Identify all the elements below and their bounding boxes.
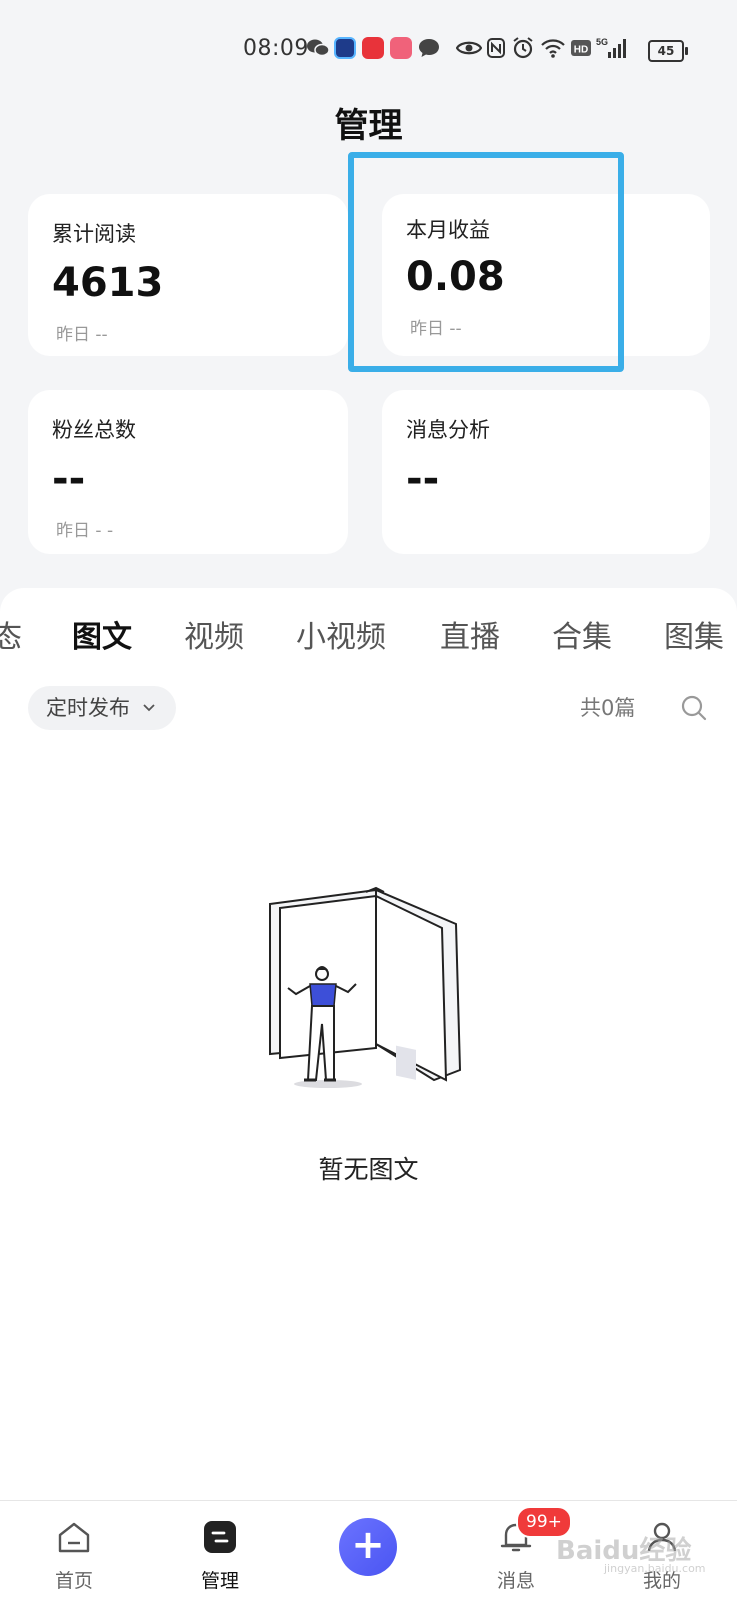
nav-messages-label: 消息 (496, 1570, 535, 1592)
watermark-url: jingyan.baidu.com (604, 1562, 706, 1575)
eye-icon (456, 41, 482, 55)
stat-card-fans-total[interactable]: 粉丝总数 -- 昨日 - - (28, 390, 348, 554)
stat-label: 累计阅读 (52, 222, 136, 246)
app-icon-blue (334, 37, 356, 59)
svg-text:5G: 5G (596, 37, 608, 47)
stat-value: -- (406, 456, 440, 502)
stat-label: 消息分析 (406, 418, 490, 442)
tab-videos[interactable]: 视频 (184, 612, 244, 656)
empty-state-text: 暂无图文 (318, 1155, 419, 1184)
wechat-icon (307, 39, 330, 57)
tab-galleries[interactable]: 图集 (664, 612, 724, 656)
svg-text:HD: HD (574, 45, 588, 56)
page-title: 管理 (334, 106, 403, 146)
article-count: 共0篇 (580, 696, 636, 720)
nav-home[interactable]: 首页 (24, 1501, 124, 1601)
battery-icon: 45 (648, 40, 688, 62)
hd-icon: HD (571, 40, 591, 56)
tab-collections[interactable]: 合集 (552, 612, 612, 656)
stat-value: 4613 (52, 260, 164, 306)
nav-home-label: 首页 (54, 1570, 93, 1592)
home-icon (58, 1522, 90, 1553)
content-tabs: 态 图文 视频 小视频 直播 合集 图集 (0, 600, 737, 660)
nav-manage-label: 管理 (200, 1570, 239, 1592)
stat-label: 粉丝总数 (52, 418, 136, 442)
app-icon-swan (390, 37, 412, 59)
search-icon[interactable] (680, 694, 708, 722)
add-button[interactable]: + (339, 1518, 397, 1576)
tab-short-videos[interactable]: 小视频 (296, 612, 386, 656)
alarm-icon (513, 37, 533, 59)
wifi-icon (541, 39, 565, 58)
stat-sub: 昨日 -- (56, 325, 108, 345)
nav-manage[interactable]: 管理 (170, 1501, 270, 1601)
stat-card-total-reads[interactable]: 累计阅读 4613 昨日 -- (28, 194, 348, 356)
tab-articles[interactable]: 图文 (72, 612, 132, 656)
status-time: 08:09 (243, 36, 309, 61)
manage-icon (204, 1521, 236, 1553)
highlight-annotation-box (348, 152, 624, 372)
tab-dynamic[interactable]: 态 (0, 612, 22, 656)
status-bar: 08:09 HD 5G 45 (0, 0, 737, 90)
stat-sub: 昨日 - - (56, 521, 114, 541)
empty-book-illustration (269, 886, 462, 1088)
scheduled-publish-filter[interactable]: 定时发布 (28, 686, 176, 730)
stat-card-message-analysis[interactable]: 消息分析 -- (382, 390, 710, 554)
tab-live[interactable]: 直播 (440, 612, 500, 656)
chevron-down-icon (143, 704, 155, 712)
stat-value: -- (52, 456, 86, 502)
app-icon-red (362, 37, 384, 59)
message-bubble-icon (419, 39, 439, 57)
nfc-icon (487, 38, 505, 58)
signal-5g-icon: 5G (596, 37, 626, 58)
filter-label: 定时发布 (46, 696, 130, 720)
